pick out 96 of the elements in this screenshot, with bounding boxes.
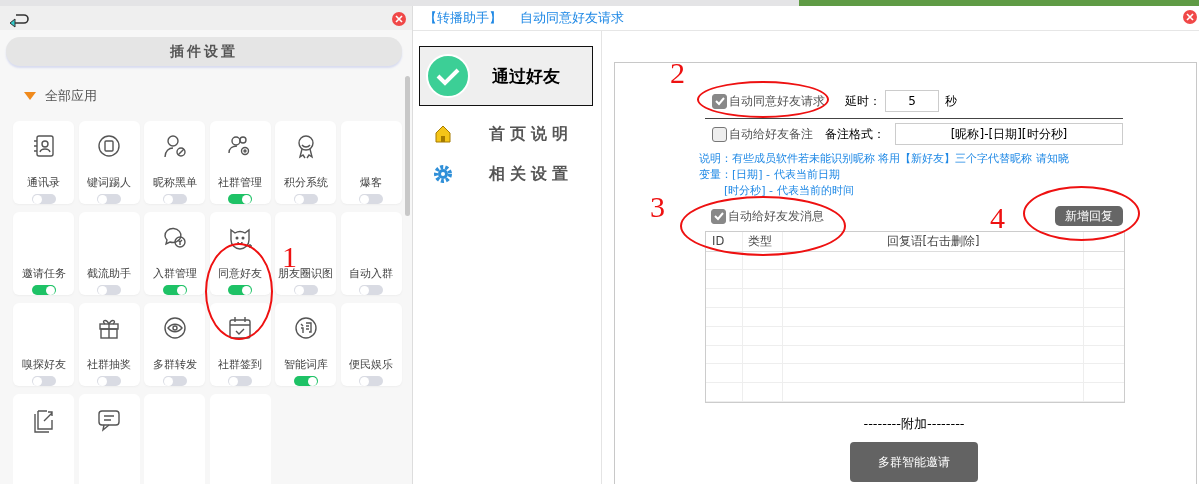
app-name: 社群管理	[218, 174, 262, 190]
delay-input[interactable]: 5	[885, 90, 939, 112]
app-name: 爆客	[360, 174, 382, 190]
check-icon	[712, 210, 725, 222]
house-icon	[433, 124, 453, 144]
toggle-switch[interactable]	[162, 284, 187, 295]
app-card[interactable]	[13, 394, 74, 484]
column-header: ID	[706, 232, 743, 251]
toggle-switch[interactable]	[31, 284, 56, 295]
column-header: 回复语[右击删除]	[783, 232, 1084, 251]
app-name: 昵称黑单	[152, 174, 197, 190]
delay-label: 延时：	[845, 93, 881, 109]
annotation-number: 4	[990, 203, 1005, 233]
app-name: 积分系统	[283, 174, 328, 190]
toggle-switch[interactable]	[359, 193, 383, 204]
app-card[interactable]: 键词踢人	[78, 121, 140, 204]
note-text: 说明：有些成员软件若未能识别昵称 将用【新好友】三个字代替昵称 请知晓	[699, 151, 1070, 167]
app-name: 入群管理	[152, 265, 197, 281]
app-name: 社群签到	[218, 356, 262, 372]
toggle-switch[interactable]	[228, 284, 252, 295]
app-name: 同意好友	[218, 265, 262, 281]
check-circle-icon	[426, 54, 470, 98]
toggle-switch[interactable]	[97, 193, 121, 204]
app-card[interactable]: 通讯录	[13, 121, 74, 204]
toggle-switch[interactable]	[359, 284, 383, 295]
toggle-switch[interactable]	[359, 375, 383, 386]
user-block-icon	[161, 132, 188, 159]
toggle-switch[interactable]	[228, 193, 252, 204]
toggle-switch[interactable]	[31, 375, 56, 386]
annotation-number: 2	[670, 58, 685, 88]
toggle-switch[interactable]	[293, 193, 318, 204]
app-card[interactable]: 社群管理	[209, 121, 271, 204]
gear-icon	[433, 164, 453, 184]
app-name: 社群抽奖	[87, 356, 131, 372]
app-card[interactable]: 入群管理	[144, 212, 205, 295]
toggle-switch[interactable]	[228, 375, 252, 386]
remark-format-label: 备注格式：	[825, 126, 885, 142]
app-name: 邀请任务	[21, 265, 66, 281]
app-card[interactable]: 嗅探好友	[13, 303, 74, 386]
note-text: 变量：[日期] - 代表当前日期	[699, 167, 841, 183]
close-icon[interactable]	[392, 12, 406, 26]
eye-icon	[161, 314, 188, 341]
app-card[interactable]: 便民娱乐	[340, 303, 402, 386]
dialog-title: 自动同意好友请求	[520, 9, 624, 27]
auto-accept-checkbox[interactable]: 自动同意好友请求	[712, 93, 825, 109]
app-name: 便民娱乐	[349, 356, 393, 372]
auto-remark-checkbox[interactable]: 自动给好友备注	[712, 126, 813, 142]
extra-section-label: --------附加--------	[863, 415, 965, 433]
app-name: 通讯录	[27, 174, 60, 190]
app-card[interactable]: 邀请任务	[13, 212, 74, 295]
nav-item[interactable]: 通过好友	[419, 46, 593, 106]
app-card[interactable]: 同意好友	[209, 212, 271, 295]
column-header: 类型	[743, 232, 783, 251]
toggle-switch[interactable]	[293, 375, 318, 386]
app-name: 智能词库	[283, 356, 328, 372]
multi-group-invite-button[interactable]: 多群智能邀请	[850, 442, 978, 482]
app-card[interactable]: 社群签到	[209, 303, 271, 386]
app-name: 嗅探好友	[21, 356, 66, 372]
return-arrow-icon[interactable]	[8, 12, 30, 28]
plugin-settings-button[interactable]: 插件设置	[6, 37, 402, 66]
note-text: [时分秒] - 代表当前的时间	[723, 183, 855, 199]
app-name: 键词踢人	[87, 174, 131, 190]
toggle-switch[interactable]	[293, 284, 318, 295]
app-name: 自动入群	[349, 265, 393, 281]
toggle-switch[interactable]	[97, 375, 121, 386]
app-card[interactable]: 自动入群	[340, 212, 402, 295]
toggle-switch[interactable]	[162, 375, 187, 386]
annotation-number: 3	[650, 192, 665, 222]
app-card[interactable]: 社群抽奖	[78, 303, 140, 386]
toggle-switch[interactable]	[97, 284, 121, 295]
check-icon	[713, 95, 726, 107]
app-card[interactable]: 爆客	[340, 121, 402, 204]
close-icon[interactable]	[1183, 10, 1197, 24]
nav-item[interactable]: 相关设置	[419, 158, 601, 190]
word-icon	[292, 314, 319, 341]
auto-message-checkbox[interactable]: 自动给好友发消息	[711, 208, 824, 224]
nav-item[interactable]: 首页说明	[419, 118, 601, 150]
add-reply-button[interactable]: 新增回复	[1055, 206, 1123, 226]
remark-format-input[interactable]: [昵称]-[日期][时分秒]	[895, 123, 1123, 145]
toggle-switch[interactable]	[162, 193, 187, 204]
app-name: 截流助手	[87, 265, 131, 281]
app-name: 多群转发	[152, 356, 197, 372]
app-card[interactable]	[78, 394, 140, 484]
app-card[interactable]: 智能词库	[275, 303, 336, 386]
section-label: 全部应用	[45, 87, 97, 105]
chat-icon	[96, 407, 122, 433]
app-card[interactable]: 截流助手	[78, 212, 140, 295]
app-card[interactable]: 积分系统	[275, 121, 336, 204]
calendar-icon	[227, 314, 253, 341]
triangle-icon[interactable]	[24, 91, 36, 101]
app-card[interactable]: 多群转发	[144, 303, 205, 386]
toggle-switch[interactable]	[31, 193, 56, 204]
seconds-unit: 秒	[945, 92, 957, 110]
scrollbar-thumb[interactable]	[405, 76, 410, 216]
dialog-tag: 【转播助手】	[424, 9, 502, 27]
app-card[interactable]: 昵称黑单	[144, 121, 205, 204]
